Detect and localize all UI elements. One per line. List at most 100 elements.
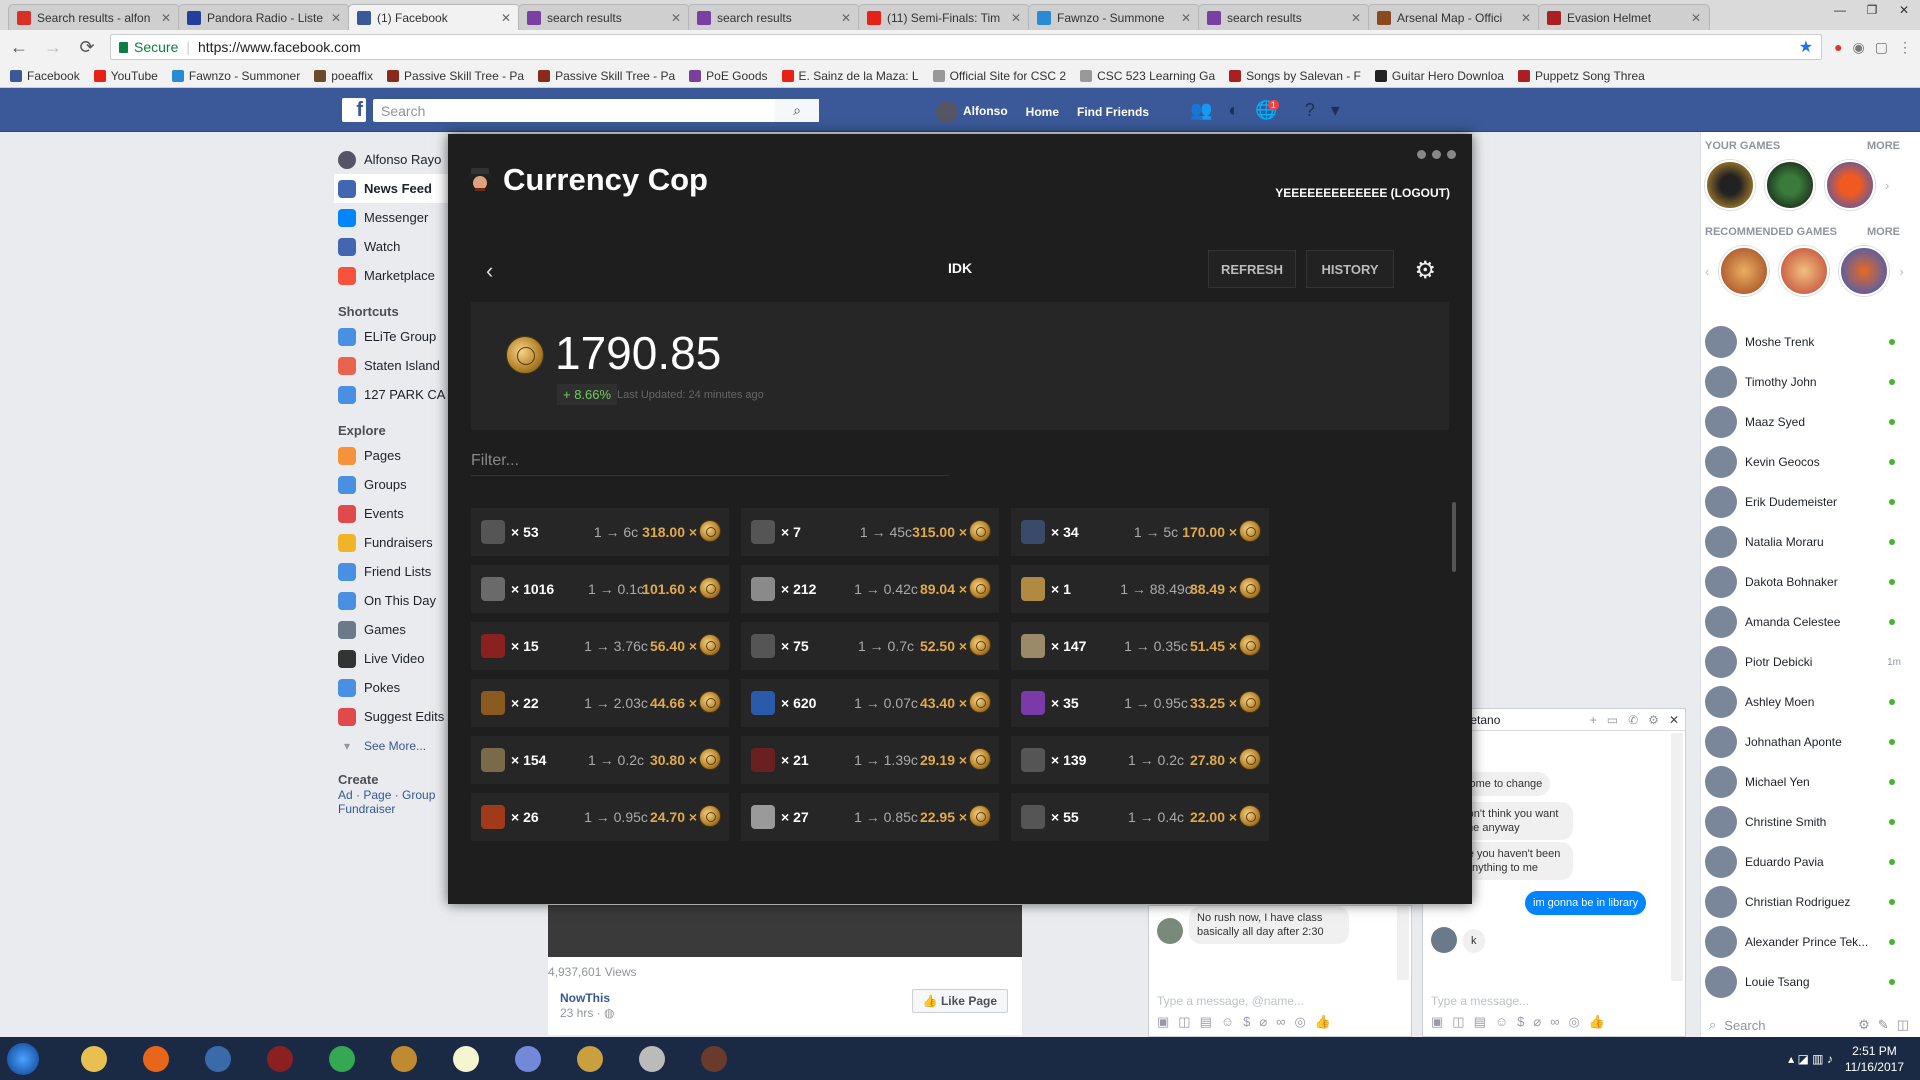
help-icon[interactable]: ? <box>1305 100 1315 121</box>
minimize-button[interactable]: — <box>1824 0 1856 20</box>
close-window-button[interactable]: ✕ <box>1888 0 1920 20</box>
friend-requests-icon[interactable]: 👥 <box>1190 100 1212 121</box>
post-author[interactable]: NowThis <box>560 991 610 1005</box>
taskbar-app-league[interactable] <box>562 1040 618 1078</box>
currency-item[interactable]: × 75 1 → 0.7c 52.50 × <box>741 622 999 670</box>
sticker-icon[interactable]: ◫ <box>1452 1014 1464 1030</box>
browser-tab[interactable]: (11) Semi-Finals: Tim ✕ <box>858 4 1030 30</box>
chat-scrollbar[interactable] <box>1397 906 1409 980</box>
image-icon[interactable]: ▣ <box>1157 1014 1169 1030</box>
browser-tab[interactable]: search results ✕ <box>518 4 690 30</box>
currency-item[interactable]: × 26 1 → 0.95c 24.70 × <box>471 793 729 841</box>
bookmark-item[interactable]: Fawnzo - Summoner <box>171 69 300 83</box>
bookmark-item[interactable]: Puppetz Song Threa <box>1517 69 1645 83</box>
chat-friend[interactable]: Kevin Geocos <box>1705 442 1905 482</box>
sidebar-profile[interactable]: Alfonso Rayo <box>338 145 458 174</box>
gif-icon[interactable]: ▤ <box>1474 1014 1486 1030</box>
chat-friend[interactable]: Moshe Trenk <box>1705 322 1905 362</box>
taskbar-app-app[interactable] <box>190 1040 246 1078</box>
sidebar-item-games[interactable]: Games <box>338 615 458 644</box>
currency-item[interactable]: × 34 1 → 5c 170.00 × <box>1011 508 1269 556</box>
chat-friend[interactable]: Erik Dudemeister <box>1705 482 1905 522</box>
sidebar-item-friend-lists[interactable]: Friend Lists <box>338 557 458 586</box>
chat-friend[interactable]: Piotr Debicki 1m <box>1705 642 1905 682</box>
close-icon[interactable]: ✕ <box>331 11 341 25</box>
see-more-link[interactable]: ▾ See More... <box>338 731 458 760</box>
currency-item[interactable]: × 620 1 → 0.07c 43.40 × <box>741 679 999 727</box>
create-fundraiser-link[interactable]: Fundraiser <box>338 802 458 816</box>
messenger-icon[interactable]: ◐ <box>1228 100 1239 121</box>
chat-friend[interactable]: Amanda Celestee <box>1705 602 1905 642</box>
sidebar-item-127-park-ca[interactable]: 127 PARK CA <box>338 380 458 409</box>
browser-tab[interactable]: Search results - alfon ✕ <box>8 4 180 30</box>
facebook-search-input[interactable]: Search ⌕ <box>373 99 819 122</box>
reload-icon[interactable]: ⟳ <box>76 37 98 58</box>
profile-link[interactable]: Alfonso <box>936 101 1008 123</box>
sidebar-item-messenger[interactable]: Messenger <box>338 203 458 232</box>
close-icon[interactable]: ✕ <box>501 11 511 25</box>
chat-input[interactable]: Type a message, @name... <box>1157 994 1304 1008</box>
history-button[interactable]: HISTORY <box>1306 250 1394 288</box>
new-message-icon[interactable]: ✎ <box>1878 1017 1889 1033</box>
chevron-left-icon[interactable]: ‹ <box>1705 264 1709 279</box>
currency-item[interactable]: × 212 1 → 0.42c 89.04 × <box>741 565 999 613</box>
chat-friend[interactable]: Dakota Bohnaker <box>1705 562 1905 602</box>
close-icon[interactable]: ✕ <box>1669 713 1679 727</box>
thumbs-up-icon[interactable]: 👍 <box>1589 1014 1605 1030</box>
sidebar-item-live-video[interactable]: Live Video <box>338 644 458 673</box>
taskbar-app-currency-cop[interactable] <box>686 1040 742 1078</box>
currency-item[interactable]: × 1016 1 → 0.1c 101.60 × <box>471 565 729 613</box>
nav-home[interactable]: Home <box>1026 105 1059 119</box>
taskbar-app-notepad[interactable] <box>438 1040 494 1078</box>
video-player[interactable] <box>548 905 1022 957</box>
chat-friend[interactable]: Michael Yen <box>1705 762 1905 802</box>
chat-scrollbar[interactable] <box>1671 733 1683 981</box>
game-8-ball-icon[interactable] <box>1705 160 1755 210</box>
chat-search[interactable]: ⌕ Search ⚙ ✎ ◫ <box>1709 1017 1909 1033</box>
game-fire-icon[interactable] <box>1825 160 1875 210</box>
menu-icon[interactable]: ⋮ <box>1898 39 1912 56</box>
sidebar-item-groups[interactable]: Groups <box>338 470 458 499</box>
phone-icon[interactable]: ✆ <box>1628 713 1638 727</box>
bookmark-item[interactable]: E. Sainz de la Maza: L <box>781 69 919 83</box>
sidebar-item-watch[interactable]: Watch <box>338 232 458 261</box>
adblock-icon[interactable]: ● <box>1834 39 1842 55</box>
game-chess-icon[interactable] <box>1765 160 1815 210</box>
close-icon[interactable]: ✕ <box>1181 11 1191 25</box>
notifications-icon[interactable]: 🌐1 <box>1255 100 1288 121</box>
group-icon[interactable]: ◫ <box>1897 1017 1909 1033</box>
address-bar[interactable]: Secure | https://www.facebook.com ★ <box>110 34 1823 60</box>
sidebar-item-pokes[interactable]: Pokes <box>338 673 458 702</box>
payment-icon[interactable]: $ <box>1517 1014 1524 1030</box>
close-icon[interactable]: ✕ <box>1521 11 1531 25</box>
bookmark-item[interactable]: Official Site for CSC 2 <box>932 69 1066 83</box>
taskbar-app-firefox[interactable] <box>128 1040 184 1078</box>
sticker-icon[interactable]: ◫ <box>1178 1014 1190 1030</box>
gear-icon[interactable]: ⚙ <box>1858 1017 1870 1033</box>
bookmark-item[interactable]: YouTube <box>93 69 158 83</box>
sidebar-item-marketplace[interactable]: Marketplace <box>338 261 458 290</box>
currency-item[interactable]: × 21 1 → 1.39c 29.19 × <box>741 736 999 784</box>
browser-tab[interactable]: search results ✕ <box>688 4 860 30</box>
nav-find-friends[interactable]: Find Friends <box>1077 105 1149 119</box>
close-icon[interactable]: ✕ <box>1351 11 1361 25</box>
back-arrow-icon[interactable]: ‹ <box>486 258 493 284</box>
sidebar-item-staten-island[interactable]: Staten Island <box>338 351 458 380</box>
sidebar-item-on-this-day[interactable]: On This Day <box>338 586 458 615</box>
back-icon[interactable]: ← <box>8 37 30 58</box>
bookmark-item[interactable]: Facebook <box>10 69 80 83</box>
close-icon[interactable]: ✕ <box>841 11 851 25</box>
image-icon[interactable]: ▣ <box>1431 1014 1443 1030</box>
taskbar-app-discord[interactable] <box>500 1040 556 1078</box>
bookmark-item[interactable]: Passive Skill Tree - Pa <box>387 69 524 83</box>
camera-icon[interactable]: ◎ <box>1569 1014 1580 1030</box>
browser-tab[interactable]: Arsenal Map - Offici ✕ <box>1368 4 1540 30</box>
game-thumbnail-icon[interactable] <box>1779 246 1830 296</box>
maximize-button[interactable]: ❐ <box>1856 0 1888 20</box>
close-icon[interactable]: ✕ <box>1011 11 1021 25</box>
account-menu-icon[interactable]: ▾ <box>1331 100 1340 121</box>
bookmark-item[interactable]: poeaffix <box>314 69 373 83</box>
currency-item[interactable]: × 147 1 → 0.35c 51.45 × <box>1011 622 1269 670</box>
filter-input[interactable]: Filter... <box>471 448 949 476</box>
window-menu-icon[interactable] <box>1417 150 1456 159</box>
